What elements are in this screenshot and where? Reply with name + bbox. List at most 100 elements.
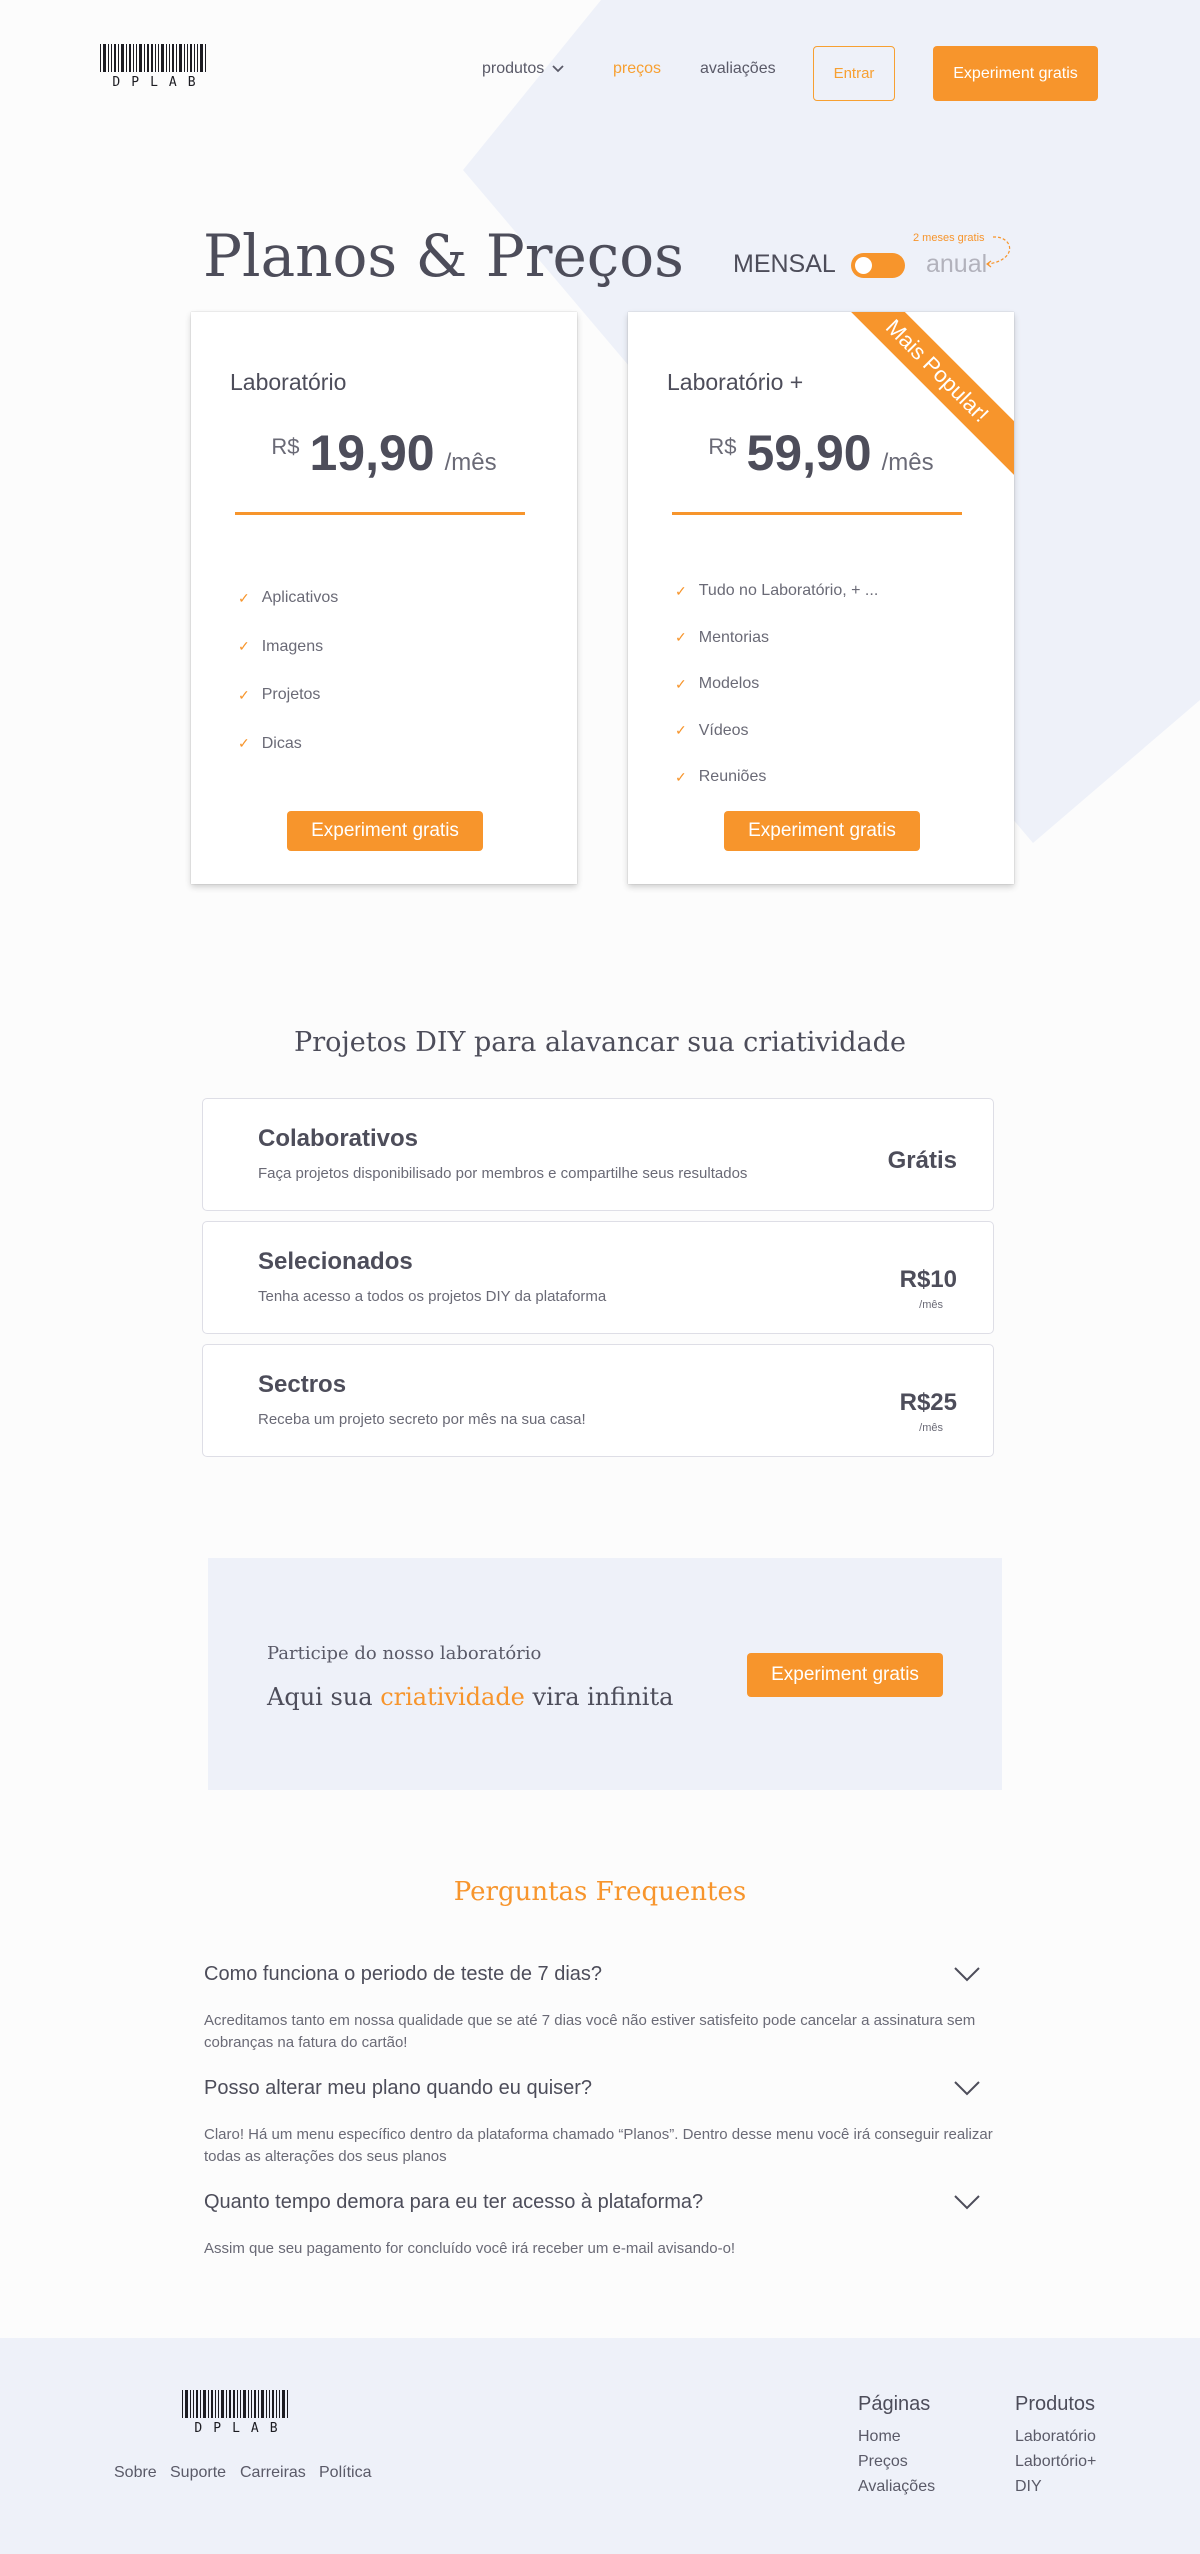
diy-option-selecionados[interactable]: Selecionados Tenha acesso a todos os pro… [202,1221,994,1334]
diy-option-desc: Tenha acesso a todos os projetos DIY da … [258,1288,607,1305]
plan-cta-button[interactable]: Experiment gratis [287,811,483,851]
feature-label: Tudo no Laboratório, + ... [698,582,879,600]
plan-card-laboratorio: Laboratório R$ 19,90 /mês ✓ Aplicativos ✓… [191,312,577,884]
billing-annual-label[interactable]: anual [926,250,987,279]
check-icon: ✓ [675,629,687,646]
plan-cta-button[interactable]: Experiment gratis [724,811,920,851]
feature-list: ✓ Aplicativos ✓ Imagens ✓ Projetos ✓ Dicas [238,574,338,768]
check-icon: ✓ [675,722,687,739]
barcode-bar [248,2390,249,2418]
toggle-knob [855,257,872,274]
barcode-bar [240,2390,241,2418]
footer-column-paginas: Páginas Home Preços Avaliações [858,2393,935,2499]
header-cta-button[interactable]: Experiment gratis [933,46,1098,101]
faq-question[interactable]: Quanto tempo demora para eu ter acesso à… [204,2191,994,2214]
feature-item: ✓ Vídeos [675,708,878,755]
feature-item: ✓ Mentorias [675,615,878,662]
faq-question[interactable]: Como funciona o periodo de teste de 7 di… [204,1963,994,1986]
footer-link-suporte[interactable]: Suporte [170,2464,226,2482]
check-icon: ✓ [675,675,687,692]
barcode-bar [111,44,112,72]
barcode-bar [269,2390,270,2418]
diy-option-price: Grátis [887,1147,957,1174]
plan-price: R$ 19,90 /mês [191,424,577,482]
nav-precos[interactable]: preços [613,60,661,78]
diy-option-sectros[interactable]: Sectros Receba um projeto secreto por mê… [202,1344,994,1457]
feature-item: ✓ Reuniões [675,754,878,801]
barcode-bar [147,44,149,72]
barcode-bar [218,2390,219,2418]
barcode-bar [190,44,192,72]
barcode-bar [221,2390,224,2418]
footer-link-carreiras[interactable]: Carreiras [240,2464,306,2482]
barcode-bar [100,44,101,72]
chevron-down-icon[interactable] [954,2195,980,2210]
footer-link-politica[interactable]: Política [319,2464,371,2482]
feature-label: Imagens [261,637,324,655]
footer-link-sobre[interactable]: Sobre [114,2464,157,2482]
banner-cta-button[interactable]: Experiment gratis [747,1653,943,1697]
check-icon: ✓ [238,638,250,655]
footer-link-laboratorio-plus[interactable]: Labortório+ [1015,2449,1096,2474]
footer-link-diy[interactable]: DIY [1015,2474,1096,2499]
promo-note: 2 meses gratis [913,232,985,244]
nav-produtos[interactable]: produtos [482,60,564,78]
price-period: /mês [444,449,497,476]
diy-option-desc: Faça projetos disponibilisado por membro… [258,1165,748,1182]
check-icon: ✓ [238,589,250,606]
faq-item[interactable]: Posso alterar meu plano quando eu quiser… [204,2077,994,2168]
nav-avaliacoes[interactable]: avaliações [700,60,776,78]
brand-logo[interactable]: DPLAB [100,42,208,90]
barcode-bar [203,2390,206,2418]
feature-label: Aplicativos [261,589,339,607]
footer-link-precos[interactable]: Preços [858,2449,935,2474]
footer-link-home[interactable]: Home [858,2424,935,2449]
footer-link-avaliacoes[interactable]: Avaliações [858,2474,935,2499]
barcode-bar [261,2390,264,2418]
diy-option-colaborativos[interactable]: Colaborativos Faça projetos disponibilis… [202,1098,994,1211]
faq-question[interactable]: Posso alterar meu plano quando eu quiser… [204,2077,994,2100]
barcode-bar [200,2390,201,2418]
background-shape [463,0,1200,843]
faq-item[interactable]: Como funciona o periodo de teste de 7 di… [204,1963,994,2054]
feature-label: Modelos [698,675,760,693]
feature-label: Vídeos [698,721,749,739]
barcode-bar [144,44,145,72]
barcode-bar [139,44,142,72]
faq-answer: Acreditamos tanto em nossa qualidade que… [204,2012,976,2051]
barcode-bar [251,2390,252,2418]
barcode-bar [190,2390,191,2418]
barcode-bar [282,2390,285,2418]
footer-column-produtos: Produtos Laboratório Labortório+ DIY [1015,2393,1096,2499]
barcode-bar [272,2390,274,2418]
feature-item: ✓ Dicas [238,720,338,769]
login-button[interactable]: Entrar [813,46,895,101]
feature-list: ✓ Tudo no Laboratório, + ... ✓ Mentorias ✓… [675,568,878,801]
diy-option-period: /mês [919,1299,943,1311]
cta-headline-end: vira infinita [532,1683,674,1711]
billing-monthly-label[interactable]: MENSAL [733,250,836,279]
diy-option-price: R$25 [899,1389,957,1416]
barcode-bar [276,2390,277,2418]
barcode-bar [108,44,109,72]
curved-arrow-icon [986,236,1011,268]
feature-item: ✓ Tudo no Laboratório, + ... [675,568,878,615]
barcode-logo-icon [182,2388,290,2418]
barcode-bar [126,44,127,72]
feature-label: Projetos [261,686,321,704]
chevron-down-icon[interactable] [954,1967,980,1982]
feature-item: ✓ Imagens [238,623,338,672]
footer-link-laboratorio[interactable]: Laboratório [1015,2424,1096,2449]
billing-toggle[interactable] [851,253,905,278]
barcode-bar [169,44,170,72]
faq-item[interactable]: Quanto tempo demora para eu ter acesso à… [204,2191,994,2260]
cta-kicker: Participe do nosso laboratório [267,1643,542,1664]
footer-logo[interactable]: DPLAB [182,2388,290,2436]
feature-label: Reuniões [698,768,767,786]
price-period: /mês [881,449,934,476]
price-currency: R$ [271,434,300,459]
faq-answer: Claro! Há um menu específico dentro da p… [204,2126,993,2165]
diy-option-title: Colaborativos [258,1125,419,1152]
chevron-down-icon[interactable] [954,2081,980,2096]
cta-headline: Aqui sua criatividade vira infinita [267,1683,673,1711]
